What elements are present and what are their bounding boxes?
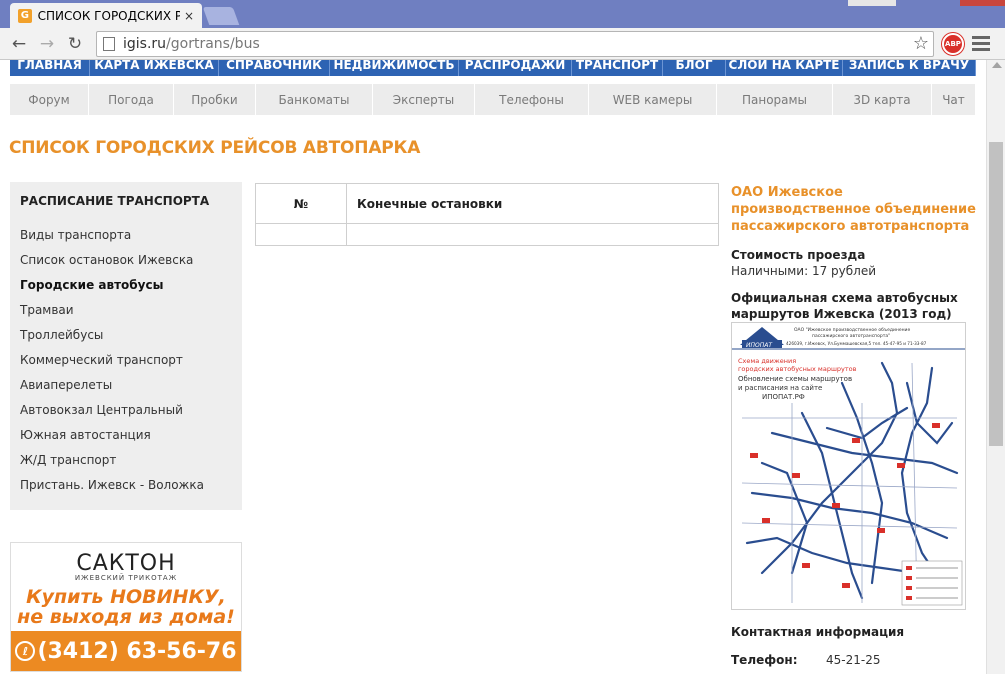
- web-page: ГЛАВНАЯ КАРТА ИЖЕВСКА СПРАВОЧНИК НЕДВИЖИМОС…: [0, 60, 986, 674]
- scroll-up-icon[interactable]: [992, 62, 1002, 68]
- sidebar-item[interactable]: Виды транспорта: [20, 229, 232, 254]
- table-header-row: № Конечные остановки: [255, 183, 719, 224]
- sidebar-item[interactable]: Список остановок Ижевска: [20, 254, 232, 279]
- map-header3: 426039, г.Ижевск, Ул.Буммашевская,5 тел.…: [786, 341, 927, 346]
- ad-brand: САКТОН: [76, 551, 176, 576]
- url-text: igis.ru/gortrans/bus: [123, 36, 260, 52]
- ad-phone-bar: ℓ (3412) 63-56-76: [11, 631, 241, 671]
- browser-tab[interactable]: G СПИСОК ГОРОДСКИХ РЕ ×: [10, 3, 202, 28]
- map-note3: ИПОПАТ.РФ: [762, 393, 805, 401]
- sidebar-item[interactable]: Южная автостанция: [20, 429, 232, 454]
- main-navigation: ГЛАВНАЯ КАРТА ИЖЕВСКА СПРАВОЧНИК НЕДВИЖИМОС…: [10, 60, 976, 76]
- reload-icon[interactable]: ↻: [64, 33, 86, 55]
- sub-navigation: Форум Погода Пробки Банкоматы Эксперты Телефо…: [10, 84, 976, 115]
- sidebar-item[interactable]: Ж/Д транспорт: [20, 454, 232, 479]
- browser-toolbar: ← → ↻ igis.ru/gortrans/bus ☆ ABP: [0, 28, 1005, 60]
- map-red1: Схема движения: [738, 357, 796, 365]
- routes-table: № Конечные остановки: [255, 183, 719, 246]
- map-header1: ОАО "Ижевское производственное объединен…: [794, 327, 910, 333]
- page-scrollbar[interactable]: [986, 60, 1005, 674]
- new-tab-button[interactable]: [202, 7, 240, 25]
- ad-phone: (3412) 63-56-76: [37, 638, 237, 664]
- site-favicon-icon: G: [18, 8, 32, 23]
- browser-titlebar: G СПИСОК ГОРОДСКИХ РЕ ×: [0, 0, 1005, 28]
- sidebar-item[interactable]: Пристань. Ижевск - Воложка: [20, 479, 232, 504]
- back-arrow-icon[interactable]: ←: [8, 33, 30, 55]
- table-cell: [255, 223, 347, 246]
- main-nav-item[interactable]: НЕДВИЖИМОСТЬ: [330, 60, 459, 76]
- sidebar-item[interactable]: Троллейбусы: [20, 329, 232, 354]
- main-nav-item[interactable]: СПРАВОЧНИК: [219, 60, 330, 76]
- page-title: СПИСОК ГОРОДСКИХ РЕЙСОВ АВТОПАРКА: [9, 138, 421, 158]
- fare-label: Стоимость проезда: [731, 248, 866, 262]
- address-bar[interactable]: igis.ru/gortrans/bus ☆: [96, 31, 934, 57]
- main-nav-item[interactable]: КАРТА ИЖЕВСКА: [90, 60, 219, 76]
- sub-nav-item[interactable]: 3D карта: [833, 84, 932, 115]
- sub-nav-item[interactable]: Панорамы: [717, 84, 833, 115]
- route-map-svg: ИПОПАТ ОАО "Ижевское производственное об…: [732, 323, 965, 609]
- map-header2: пассажирского автотранспорта": [812, 333, 890, 339]
- sub-nav-item[interactable]: Погода: [89, 84, 174, 115]
- map-red2: городских автобусных маршрутов: [738, 365, 857, 373]
- main-nav-item[interactable]: БЛОГ: [663, 60, 726, 76]
- sub-nav-item[interactable]: Чат: [932, 84, 976, 115]
- tab-close-icon[interactable]: ×: [184, 9, 194, 23]
- map-note1: Обновление схемы маршрутов: [738, 375, 852, 383]
- phone-value: 45-21-25: [826, 653, 881, 667]
- window-close-button[interactable]: [960, 0, 1005, 6]
- sidebar: РАСПИСАНИЕ ТРАНСПОРТА Виды транспорта Спи…: [10, 182, 242, 510]
- col-stops-header: Конечные остановки: [346, 183, 719, 224]
- table-cell: [346, 223, 719, 246]
- forward-arrow-icon[interactable]: →: [36, 33, 58, 55]
- main-nav-item[interactable]: ЗАПИСЬ К ВРАЧУ: [843, 60, 976, 76]
- main-nav-item[interactable]: ТРАНСПОРТ: [572, 60, 663, 76]
- sidebar-title: РАСПИСАНИЕ ТРАНСПОРТА: [20, 194, 210, 208]
- table-row: [255, 223, 719, 246]
- sub-nav-item[interactable]: Пробки: [174, 84, 256, 115]
- sidebar-item[interactable]: Авиаперелеты: [20, 379, 232, 404]
- sidebar-item[interactable]: Трамваи: [20, 304, 232, 329]
- phone-label: Телефон:: [731, 653, 798, 667]
- col-number-header: №: [255, 183, 347, 224]
- minimize-button[interactable]: [848, 0, 896, 6]
- fare-value: Наличными: 17 рублей: [731, 264, 877, 278]
- sidebar-item[interactable]: Автовокзал Центральный: [20, 404, 232, 429]
- browser-menu-icon[interactable]: [972, 36, 990, 52]
- adblock-icon[interactable]: ABP: [942, 33, 964, 55]
- main-nav-item[interactable]: ГЛАВНАЯ: [10, 60, 90, 76]
- ad-slogan-line1: Купить НОВИНКУ,: [26, 586, 226, 608]
- ad-brand-sub: ИЖЕВСКИЙ ТРИКОТАЖ: [74, 574, 178, 582]
- sub-nav-item[interactable]: WEB камеры: [589, 84, 717, 115]
- sub-nav-item[interactable]: Форум: [10, 84, 89, 115]
- right-info-panel: ОАО Ижевское производственное объединени…: [731, 184, 976, 322]
- page-icon: [103, 37, 115, 51]
- map-note2: и расписания на сайте: [738, 384, 822, 392]
- sidebar-item[interactable]: Городские автобусы: [20, 279, 232, 304]
- bookmark-star-icon[interactable]: ☆: [913, 33, 929, 54]
- main-nav-item[interactable]: СЛОИ НА КАРТЕ: [726, 60, 843, 76]
- main-nav-item[interactable]: РАСПРОДАЖИ: [459, 60, 572, 76]
- scroll-thumb[interactable]: [989, 142, 1003, 446]
- scheme-label: Официальная схема автобусных маршрутов И…: [731, 291, 958, 321]
- organization-name: ОАО Ижевское производственное объединени…: [731, 185, 976, 234]
- contact-title: Контактная информация: [731, 625, 905, 639]
- map-logo: ИПОПАТ: [746, 342, 773, 349]
- route-map-image[interactable]: ИПОПАТ ОАО "Ижевское производственное об…: [731, 322, 966, 610]
- ad-slogan-line2: не выходя из дома!: [17, 606, 235, 628]
- sub-nav-item[interactable]: Банкоматы: [256, 84, 373, 115]
- tab-title: СПИСОК ГОРОДСКИХ РЕ: [37, 8, 180, 23]
- sub-nav-item[interactable]: Телефоны: [475, 84, 589, 115]
- sub-nav-item[interactable]: Эксперты: [373, 84, 475, 115]
- sidebar-item[interactable]: Коммерческий транспорт: [20, 354, 232, 379]
- phone-icon: ℓ: [15, 641, 36, 661]
- advertisement-banner[interactable]: САКТОН ИЖЕВСКИЙ ТРИКОТАЖ Купить НОВИНКУ,…: [10, 542, 242, 672]
